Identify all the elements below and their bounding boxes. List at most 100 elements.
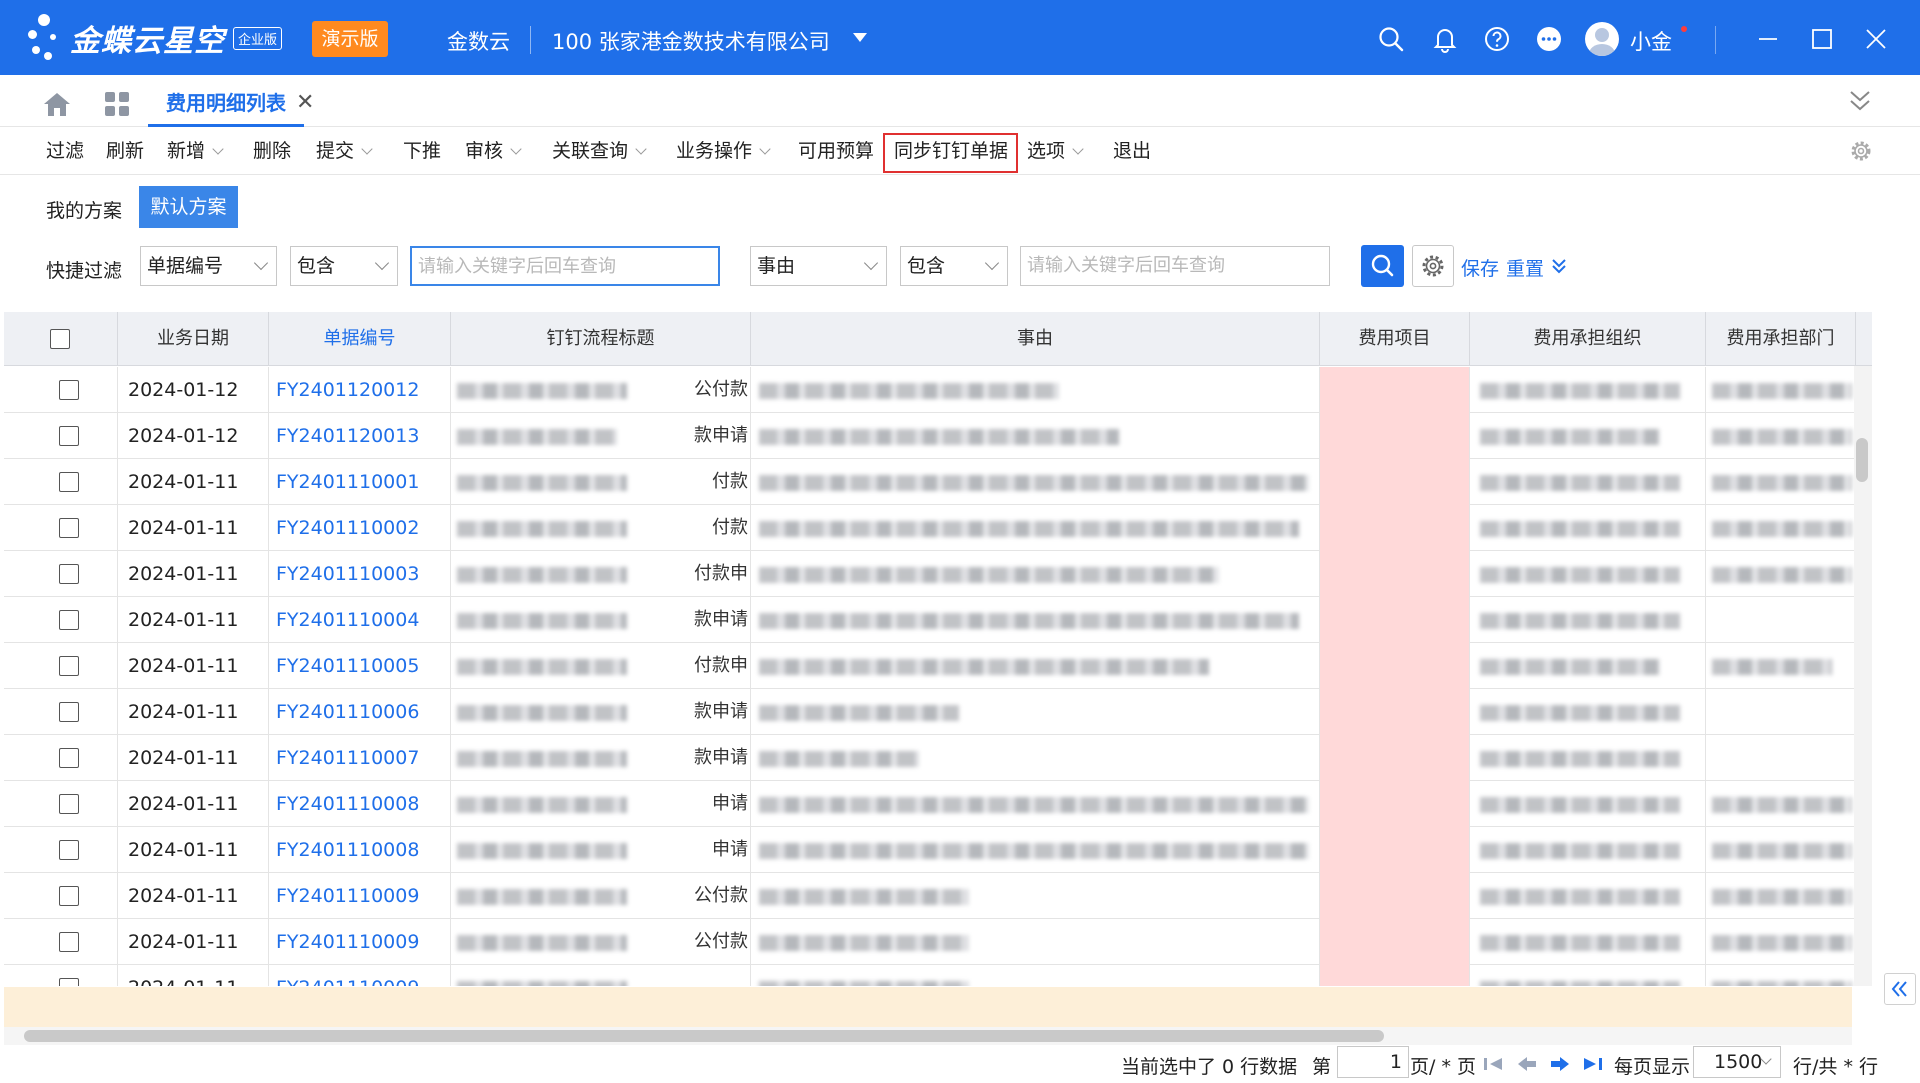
delete-button[interactable]: 删除 <box>253 137 291 165</box>
cell-billno[interactable]: FY2401110006 <box>269 689 451 735</box>
row-checkbox[interactable] <box>59 656 79 676</box>
avatar[interactable] <box>1585 22 1619 56</box>
col-header-date[interactable]: 业务日期 <box>118 312 269 366</box>
submit-button[interactable]: 提交 <box>316 137 373 165</box>
row-checkbox[interactable] <box>59 748 79 768</box>
collapse-chevron-icon[interactable] <box>1848 88 1872 114</box>
row-checkbox[interactable] <box>59 932 79 952</box>
expand-chevron-icon[interactable] <box>1550 257 1568 275</box>
minimize-icon[interactable] <box>1754 25 1782 53</box>
table-row[interactable]: 2024-01-11 FY2401110006 款申请 <box>4 689 1872 735</box>
help-icon[interactable] <box>1483 25 1511 53</box>
row-select-cell[interactable] <box>4 689 118 735</box>
push-button[interactable]: 下推 <box>403 137 441 165</box>
filter-field-select-1[interactable]: 单据编号 <box>140 246 277 286</box>
add-button[interactable]: 新增 <box>167 137 224 165</box>
row-checkbox[interactable] <box>59 380 79 400</box>
row-select-cell[interactable] <box>4 551 118 597</box>
maximize-icon[interactable] <box>1808 25 1836 53</box>
row-checkbox[interactable] <box>59 978 79 986</box>
filter-operator-select-2[interactable]: 包含 <box>900 246 1008 286</box>
table-row[interactable]: 2024-01-11 FY2401110008 申请 <box>4 827 1872 873</box>
cell-billno[interactable]: FY2401110005 <box>269 643 451 689</box>
filter-operator-select-1[interactable]: 包含 <box>290 246 398 286</box>
app-name[interactable]: 金数云 <box>447 26 510 56</box>
bell-icon[interactable] <box>1431 25 1459 53</box>
table-row[interactable]: 2024-01-12 FY2401120012 公付款 <box>4 367 1872 413</box>
col-header-dept[interactable]: 费用承担部门 <box>1706 312 1856 366</box>
select-all-cell[interactable] <box>4 312 118 366</box>
cell-billno[interactable]: FY2401110009 <box>269 919 451 965</box>
cell-billno[interactable]: FY2401110001 <box>269 459 451 505</box>
row-select-cell[interactable] <box>4 873 118 919</box>
budget-button[interactable]: 可用预算 <box>798 137 874 165</box>
cell-billno[interactable]: FY2401110004 <box>269 597 451 643</box>
table-row[interactable]: 2024-01-11 FY2401110004 款申请 <box>4 597 1872 643</box>
audit-button[interactable]: 审核 <box>465 137 522 165</box>
chevron-down-icon[interactable] <box>853 33 867 42</box>
sync-dingtalk-button[interactable]: 同步钉钉单据 <box>894 137 1008 165</box>
user-name[interactable]: 小金 <box>1630 26 1672 56</box>
side-panel-toggle[interactable] <box>1884 973 1916 1005</box>
chat-icon[interactable] <box>1535 25 1563 53</box>
last-page-icon[interactable] <box>1582 1056 1604 1072</box>
cell-billno[interactable]: FY2401120012 <box>269 367 451 413</box>
cell-billno[interactable]: FY2401110003 <box>269 551 451 597</box>
row-select-cell[interactable] <box>4 965 118 986</box>
search-button[interactable] <box>1361 245 1404 287</box>
row-select-cell[interactable] <box>4 597 118 643</box>
filter-keyword-input-2[interactable]: 请输入关键字后回车查询 <box>1020 246 1330 286</box>
save-link[interactable]: 保存 <box>1461 254 1499 281</box>
table-row[interactable]: 2024-01-11 FY2401110009 公付款 <box>4 873 1872 919</box>
home-icon[interactable] <box>43 91 71 117</box>
business-ops-button[interactable]: 业务操作 <box>676 137 771 165</box>
row-select-cell[interactable] <box>4 413 118 459</box>
col-header-org[interactable]: 费用承担组织 <box>1470 312 1706 366</box>
cell-billno[interactable]: FY2401110002 <box>269 505 451 551</box>
reset-link[interactable]: 重置 <box>1506 254 1544 281</box>
table-row[interactable]: 2024-01-11 FY2401110007 款申请 <box>4 735 1872 781</box>
row-checkbox[interactable] <box>59 564 79 584</box>
cell-billno[interactable]: FY2401110009 <box>269 873 451 919</box>
cell-billno[interactable]: FY2401110007 <box>269 735 451 781</box>
row-checkbox[interactable] <box>59 702 79 722</box>
exit-button[interactable]: 退出 <box>1113 137 1151 165</box>
table-row[interactable]: 2024-01-11 FY2401110001 付款 <box>4 459 1872 505</box>
row-checkbox[interactable] <box>59 426 79 446</box>
row-checkbox[interactable] <box>59 610 79 630</box>
org-selector[interactable]: 100 张家港金数技术有限公司 <box>552 26 830 56</box>
table-row[interactable]: 2024-01-12 FY2401120013 款申请 <box>4 413 1872 459</box>
vertical-scroll-thumb[interactable] <box>1856 438 1868 482</box>
cell-billno[interactable]: FY2401110008 <box>269 781 451 827</box>
col-header-dingtitle[interactable]: 钉钉流程标题 <box>451 312 751 366</box>
row-checkbox[interactable] <box>59 518 79 538</box>
horizontal-scroll-thumb[interactable] <box>24 1030 1384 1042</box>
search-icon[interactable] <box>1377 25 1405 53</box>
row-checkbox[interactable] <box>59 840 79 860</box>
next-page-icon[interactable] <box>1549 1056 1571 1072</box>
filter-settings-button[interactable] <box>1412 245 1454 287</box>
apps-grid-icon[interactable] <box>104 91 130 117</box>
table-row[interactable]: 2024-01-11FY2401110009 <box>4 965 1872 986</box>
close-icon[interactable] <box>1862 25 1890 53</box>
related-query-button[interactable]: 关联查询 <box>552 137 647 165</box>
row-select-cell[interactable] <box>4 643 118 689</box>
row-select-cell[interactable] <box>4 505 118 551</box>
table-row[interactable]: 2024-01-11 FY2401110002 付款 <box>4 505 1872 551</box>
filter-field-select-2[interactable]: 事由 <box>750 246 887 286</box>
cell-billno[interactable]: FY2401110008 <box>269 827 451 873</box>
prev-page-icon[interactable] <box>1516 1056 1538 1072</box>
row-select-cell[interactable] <box>4 459 118 505</box>
first-page-icon[interactable] <box>1482 1056 1504 1072</box>
my-scheme-label[interactable]: 我的方案 <box>46 196 122 223</box>
row-select-cell[interactable] <box>4 827 118 873</box>
tab-expense-detail[interactable]: 费用明细列表 <box>148 75 304 127</box>
col-header-item[interactable]: 费用项目 <box>1320 312 1470 366</box>
select-all-checkbox[interactable] <box>50 329 70 349</box>
row-checkbox[interactable] <box>59 794 79 814</box>
col-header-reason[interactable]: 事由 <box>751 312 1320 366</box>
default-scheme-button[interactable]: 默认方案 <box>139 186 238 228</box>
table-row[interactable]: 2024-01-11 FY2401110005 付款申 <box>4 643 1872 689</box>
options-button[interactable]: 选项 <box>1027 137 1084 165</box>
page-number-input[interactable]: 1 <box>1337 1046 1409 1078</box>
